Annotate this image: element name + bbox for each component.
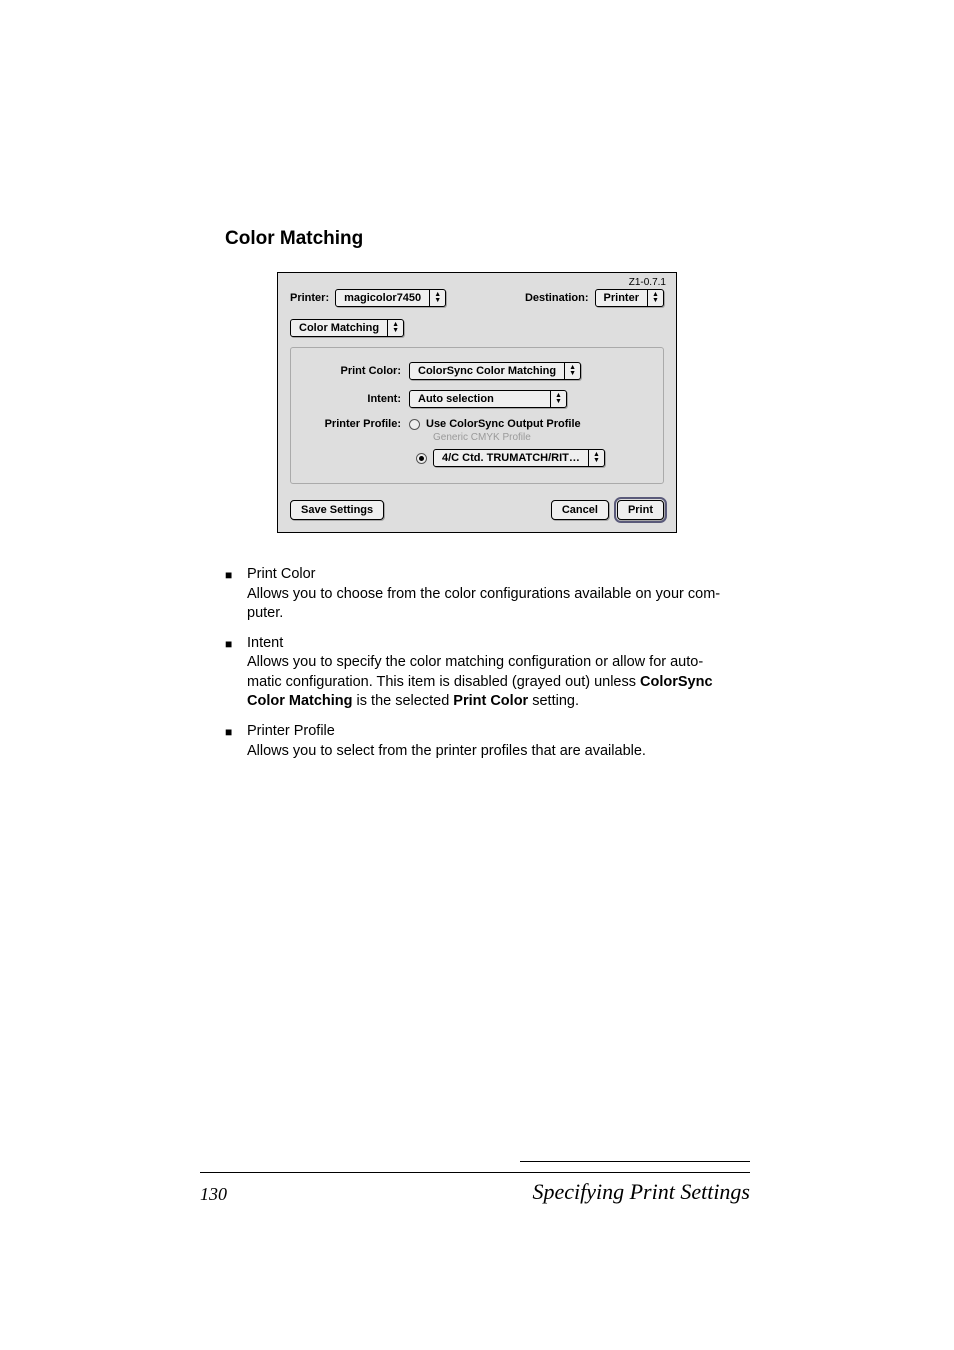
square-bullet-icon: ■ <box>225 565 247 624</box>
bullet2-line3d: setting. <box>528 693 579 709</box>
page-number: 130 <box>200 1184 227 1205</box>
custom-profile-select[interactable]: 4/C Ctd. TRUMATCH/RIT… ▲▼ <box>433 449 605 467</box>
updown-icon: ▲▼ <box>429 290 445 306</box>
intent-value: Auto selection <box>410 393 550 405</box>
square-bullet-icon: ■ <box>225 722 247 761</box>
print-button[interactable]: Print <box>617 500 664 520</box>
updown-icon: ▲▼ <box>550 391 566 407</box>
bullet3-title: Printer Profile <box>247 722 745 742</box>
radio-use-colorsync-label: Use ColorSync Output Profile <box>426 418 581 430</box>
footer-title: Specifying Print Settings <box>532 1179 750 1205</box>
destination-select-value: Printer <box>596 292 647 304</box>
destination-select[interactable]: Printer ▲▼ <box>595 289 664 307</box>
radio-use-colorsync[interactable] <box>409 419 420 430</box>
bullet1-desc-a: Allows you to choose from the color conf… <box>247 586 720 602</box>
bullet2-line3c: Print Color <box>453 693 528 709</box>
bullet2-line1: Allows you to specify the color matching… <box>247 654 703 670</box>
bullet2-line2a: matic configuration. This item is disabl… <box>247 674 640 690</box>
custom-profile-value: 4/C Ctd. TRUMATCH/RIT… <box>434 452 588 464</box>
updown-icon: ▲▼ <box>564 363 580 379</box>
printer-select[interactable]: magicolor7450 ▲▼ <box>335 289 446 307</box>
destination-label: Destination: <box>525 292 589 304</box>
page-footer: 130 Specifying Print Settings <box>200 1172 750 1205</box>
print-color-select[interactable]: ColorSync Color Matching ▲▼ <box>409 362 581 380</box>
intent-select[interactable]: Auto selection ▲▼ <box>409 390 567 408</box>
print-dialog: Z1-0.7.1 Printer: magicolor7450 ▲▼ Desti… <box>277 272 677 533</box>
color-matching-group: Print Color: ColorSync Color Matching ▲▼… <box>290 347 664 484</box>
updown-icon: ▲▼ <box>387 320 403 336</box>
bullet1-title: Print Color <box>247 565 745 585</box>
updown-icon: ▲▼ <box>588 450 604 466</box>
pane-select[interactable]: Color Matching ▲▼ <box>290 319 404 337</box>
save-settings-button[interactable]: Save Settings <box>290 500 384 520</box>
description-list: ■ Print Color Allows you to choose from … <box>225 565 745 761</box>
printer-label: Printer: <box>290 292 329 304</box>
dialog-version: Z1-0.7.1 <box>629 277 666 288</box>
bullet1-desc-b: puter. <box>247 605 283 621</box>
colorsync-profile-caption: Generic CMYK Profile <box>433 432 643 443</box>
bullet3-desc: Allows you to select from the printer pr… <box>247 742 745 762</box>
pane-select-value: Color Matching <box>291 322 387 334</box>
square-bullet-icon: ■ <box>225 634 247 712</box>
intent-label: Intent: <box>311 393 409 405</box>
bullet2-title: Intent <box>247 634 745 654</box>
bullet2-line2b: ColorSync <box>640 674 713 690</box>
cancel-button[interactable]: Cancel <box>551 500 609 520</box>
printer-select-value: magicolor7450 <box>336 292 429 304</box>
radio-custom-profile[interactable] <box>416 453 427 464</box>
print-color-value: ColorSync Color Matching <box>410 365 564 377</box>
bullet2-line3a: Color Matching <box>247 693 353 709</box>
section-heading: Color Matching <box>225 228 745 250</box>
bullet2-line3b: is the selected <box>353 693 454 709</box>
updown-icon: ▲▼ <box>647 290 663 306</box>
printer-profile-label: Printer Profile: <box>311 418 409 430</box>
print-color-label: Print Color: <box>311 365 409 377</box>
